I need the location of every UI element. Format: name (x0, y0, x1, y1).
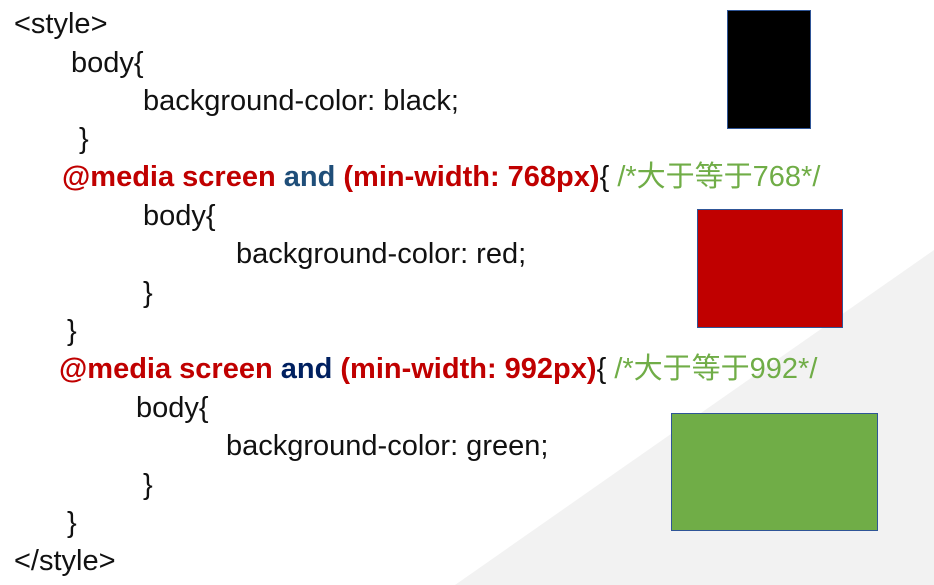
green-swatch (671, 413, 878, 531)
media-at-rule: @media screen (62, 161, 276, 193)
media-comment: /*大于等于768*/ (617, 161, 821, 193)
close-brace-3: } (143, 469, 153, 501)
media-open-paren: ( (340, 353, 351, 385)
media-and-keyword: and (283, 161, 336, 193)
red-swatch (697, 209, 843, 328)
media-open-paren: ( (343, 161, 354, 193)
style-open-tag: <style> (14, 8, 108, 40)
media-close-paren: ) (589, 161, 600, 193)
declaration-red: background-color: red; (236, 238, 527, 270)
media-query-992: @media screen and (min-width: 992px){ /*… (59, 352, 817, 386)
media-close-paren: ) (586, 353, 597, 385)
media-open-brace: { (596, 353, 607, 385)
media-query-768: @media screen and (min-width: 768px){ /*… (62, 160, 820, 194)
close-brace-media-2: } (67, 507, 77, 539)
declaration-black: background-color: black; (143, 85, 459, 117)
declaration-green: background-color: green; (226, 430, 549, 462)
style-close-tag: </style> (14, 545, 116, 577)
media-open-brace: { (599, 161, 610, 193)
body-selector-1: body{ (71, 47, 144, 79)
media-and-keyword: and (280, 353, 333, 385)
close-brace-2: } (143, 277, 153, 309)
media-condition: min-width: 768px (353, 161, 590, 193)
close-brace-1: } (79, 123, 89, 155)
body-selector-3: body{ (136, 392, 209, 424)
black-swatch (727, 10, 811, 129)
media-at-rule: @media screen (59, 353, 273, 385)
close-brace-media-1: } (67, 315, 77, 347)
body-selector-2: body{ (143, 200, 216, 232)
media-condition: min-width: 992px (350, 353, 587, 385)
media-comment: /*大于等于992*/ (614, 353, 818, 385)
